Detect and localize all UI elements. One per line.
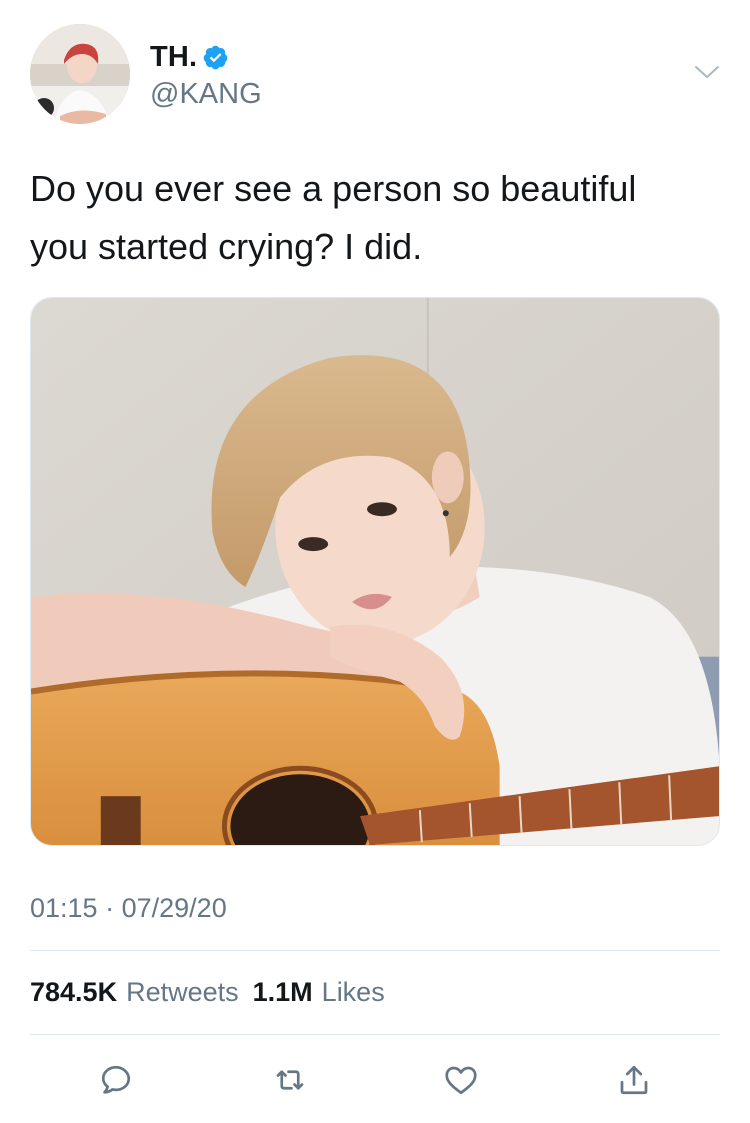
likes-count[interactable]: 1.1M [253,977,313,1008]
tweet-text-line-1: Do you ever see a person so beautiful [30,168,637,209]
tweet-time: 01:15 [30,893,98,923]
reply-icon [101,1065,131,1094]
tweet-photo[interactable] [30,297,720,846]
like-button[interactable] [441,1060,481,1100]
author-avatar[interactable] [30,24,130,124]
likes-label[interactable]: Likes [322,977,385,1008]
chevron-down-icon[interactable] [694,62,720,82]
share-icon [620,1065,648,1095]
tweet-text-line-2: you started crying? I did. [30,226,423,267]
divider [30,1034,720,1035]
tweet-stats: 784.5K Retweets 1.1M Likes [30,977,399,1008]
tweet-date: 07/29/20 [121,893,227,923]
verified-badge-icon [202,44,229,71]
avatar-photo [30,24,130,124]
heart-icon [445,1066,477,1095]
divider [30,950,720,951]
author-handle[interactable]: @KANG [150,78,262,111]
retweets-label[interactable]: Retweets [126,977,239,1008]
share-button[interactable] [614,1060,654,1100]
retweet-icon [276,1070,304,1090]
timestamp-separator: · [105,893,115,923]
reply-button[interactable] [96,1060,136,1100]
photo-image [31,298,719,845]
retweets-count[interactable]: 784.5K [30,977,117,1008]
tweet-timestamp[interactable]: 01:15 · 07/29/20 [30,893,227,924]
author-display-name[interactable]: TH. [150,41,197,74]
retweet-button[interactable] [270,1060,310,1100]
author-name-row[interactable]: TH. [150,40,229,74]
tweet-text: Do you ever see a person so beautiful yo… [30,160,720,276]
